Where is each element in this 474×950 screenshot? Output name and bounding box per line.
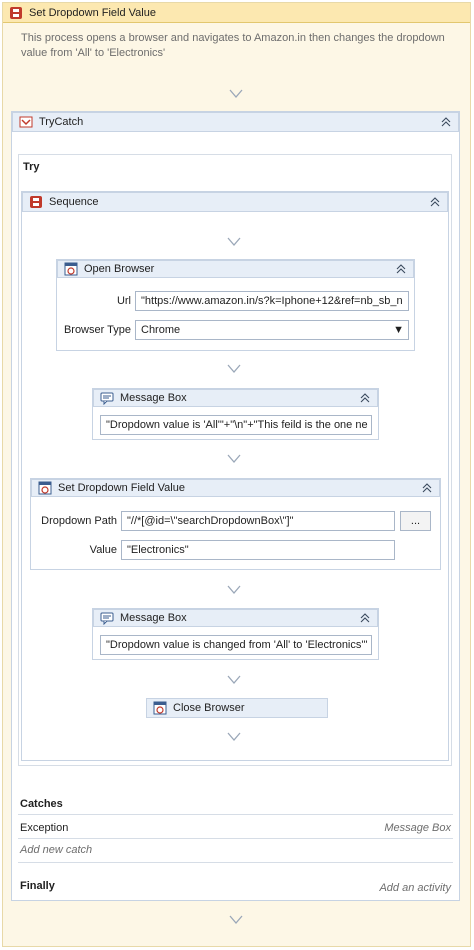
exception-label[interactable]: Exception — [20, 822, 68, 834]
set-dropdown-header[interactable]: Set Dropdown Field Value — [31, 479, 440, 497]
set-dropdown-activity[interactable]: Set Dropdown Field Value Dropdown Path "… — [30, 478, 441, 570]
message-box-1-text-input[interactable]: "Dropdown value is 'All'"+"\n"+"This fei… — [100, 415, 372, 435]
message-box-icon — [100, 611, 114, 626]
open-browser-title: Open Browser — [84, 263, 155, 275]
collapse-chevron-icon[interactable] — [429, 196, 441, 208]
catches-label: Catches — [20, 798, 63, 810]
flow-arrow-icon — [229, 89, 243, 99]
sequence-title: Sequence — [49, 196, 99, 208]
browser-icon — [153, 701, 167, 715]
collapse-chevron-icon[interactable] — [440, 116, 452, 128]
open-browser-activity[interactable]: Open Browser Url "https://www.amazon.in/… — [56, 259, 415, 351]
collapse-chevron-icon[interactable] — [395, 263, 407, 275]
browser-type-select[interactable]: Chrome ▼ — [135, 320, 409, 340]
collapse-chevron-icon[interactable] — [421, 482, 433, 494]
sequence-activity[interactable]: Sequence Open Browser Url "https://www.a… — [21, 191, 449, 761]
value-label: Value — [89, 544, 117, 556]
flow-arrow-icon — [227, 675, 241, 685]
finally-label: Finally — [20, 880, 55, 892]
message-box-2-header[interactable]: Message Box — [93, 609, 378, 627]
flow-arrow-icon — [227, 585, 241, 595]
flow-arrow-icon — [227, 237, 241, 247]
trycatch-icon — [19, 115, 33, 129]
open-browser-header[interactable]: Open Browser — [57, 260, 414, 278]
browser-type-label: Browser Type — [63, 324, 131, 336]
dropdown-path-input[interactable]: "//*[@id=\"searchDropdownBox\"]" — [121, 511, 395, 531]
message-box-2-activity[interactable]: Message Box "Dropdown value is changed f… — [92, 608, 379, 660]
message-box-1-activity[interactable]: Message Box "Dropdown value is 'All'"+"\… — [92, 388, 379, 440]
add-new-catch-link[interactable]: Add new catch — [20, 844, 92, 856]
browser-icon — [38, 481, 52, 495]
flow-arrow-icon — [229, 915, 243, 925]
trycatch-activity[interactable]: TryCatch Try Sequence Open Browser Url "… — [11, 111, 460, 901]
message-box-1-header[interactable]: Message Box — [93, 389, 378, 407]
trycatch-title: TryCatch — [39, 116, 84, 128]
flow-arrow-icon — [227, 454, 241, 464]
finally-divider — [18, 862, 453, 863]
close-browser-activity[interactable]: Close Browser — [146, 698, 328, 718]
message-box-icon — [100, 391, 114, 406]
collapse-chevron-icon[interactable] — [359, 392, 371, 404]
set-dropdown-title: Set Dropdown Field Value — [58, 482, 185, 494]
catches-divider — [18, 814, 453, 815]
workflow-container: Set Dropdown Field Value This process op… — [2, 2, 471, 947]
browse-button[interactable]: ... — [400, 511, 431, 531]
message-box-1-title: Message Box — [120, 392, 187, 404]
sequence-header[interactable]: Sequence — [22, 192, 448, 212]
workflow-title: Set Dropdown Field Value — [29, 6, 156, 19]
browser-type-value: Chrome — [141, 324, 181, 336]
value-input[interactable]: "Electronics" — [121, 540, 395, 560]
collapse-chevron-icon[interactable] — [359, 612, 371, 624]
browser-icon — [64, 262, 78, 276]
add-activity-link[interactable]: Add an activity — [379, 882, 451, 894]
flow-arrow-icon — [227, 364, 241, 374]
url-input[interactable]: "https://www.amazon.in/s?k=Iphone+12&ref… — [135, 291, 409, 311]
exception-handler-label[interactable]: Message Box — [384, 822, 451, 834]
url-label: Url — [116, 295, 131, 307]
trycatch-header[interactable]: TryCatch — [12, 112, 459, 132]
exception-divider — [18, 838, 453, 839]
workflow-header[interactable]: Set Dropdown Field Value — [3, 3, 470, 23]
set-dropdown-activity-icon — [9, 6, 23, 20]
message-box-2-title: Message Box — [120, 612, 187, 624]
dropdown-path-label: Dropdown Path — [41, 515, 117, 527]
dropdown-caret-icon: ▼ — [393, 324, 404, 336]
close-browser-title: Close Browser — [173, 702, 245, 714]
workflow-description: This process opens a browser and navigat… — [21, 32, 445, 59]
flow-arrow-icon — [227, 732, 241, 742]
message-box-2-text-input[interactable]: "Dropdown value is changed from 'All' to… — [100, 635, 372, 655]
sequence-icon — [29, 195, 43, 209]
try-label: Try — [23, 161, 40, 173]
try-region: Try Sequence Open Browser Url "https://w… — [18, 154, 452, 766]
